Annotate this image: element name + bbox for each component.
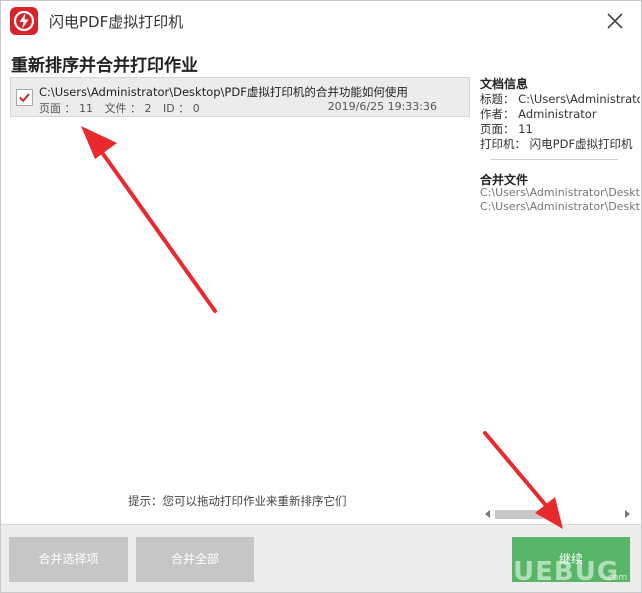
title-bar: 闪电PDF虚拟打印机	[1, 1, 641, 41]
merge-all-button[interactable]: 合并全部	[136, 537, 254, 582]
window-title: 闪电PDF虚拟打印机	[49, 13, 184, 31]
checkmark-icon	[19, 93, 30, 103]
close-icon[interactable]	[601, 7, 629, 35]
job-file-path: C:\Users\Administrator\Desktop\PDF虚拟打印机的…	[39, 85, 408, 99]
horizontal-scrollbar[interactable]	[485, 507, 630, 521]
hint-text: 提示：您可以拖动打印作业来重新排序它们	[128, 494, 347, 508]
job-pages: 页面 ： 11	[39, 102, 93, 115]
lightning-logo-icon	[10, 7, 38, 35]
document-info-panel: 文档信息 标题： C:\Users\Administrator 作者： Admi…	[480, 71, 640, 531]
job-meta: 页面 ： 11 文件 ： 2 ID ： 0	[39, 100, 208, 116]
merge-selected-button[interactable]: 合并选择项	[9, 537, 128, 582]
merge-file-item: C:\Users\Administrator\Deskt	[480, 200, 640, 213]
scroll-right-icon[interactable]	[625, 510, 630, 518]
doc-info-title: 文档信息	[480, 77, 529, 91]
print-job-item[interactable]: C:\Users\Administrator\Desktop\PDF虚拟打印机的…	[10, 77, 470, 117]
divider	[490, 159, 618, 160]
watermark-suffix: .com	[605, 573, 628, 583]
page-title: 重新排序并合并打印作业	[11, 56, 198, 76]
info-author-row: 作者： Administrator	[480, 107, 597, 121]
info-title-row: 标题： C:\Users\Administrator	[480, 92, 640, 106]
info-pages-row: 页面： 11	[480, 122, 533, 136]
job-files: 文件 ： 2	[104, 102, 152, 115]
print-job-list[interactable]: C:\Users\Administrator\Desktop\PDF虚拟打印机的…	[10, 77, 470, 477]
scroll-thumb[interactable]	[495, 510, 543, 519]
job-date: 2019/6/25 19:33:36	[327, 100, 437, 113]
watermark-logo: UEBUG	[513, 557, 620, 587]
job-checkbox[interactable]	[16, 89, 33, 106]
merge-file-item: C:\Users\Administrator\Deskt	[480, 186, 640, 199]
job-id: ID ： 0	[163, 102, 200, 115]
scroll-left-icon[interactable]	[485, 510, 490, 518]
app-window: 闪电PDF虚拟打印机 重新排序并合并打印作业 C:\Users\Administ…	[0, 0, 642, 593]
info-printer-row: 打印机： 闪电PDF虚拟打印机	[480, 137, 633, 151]
